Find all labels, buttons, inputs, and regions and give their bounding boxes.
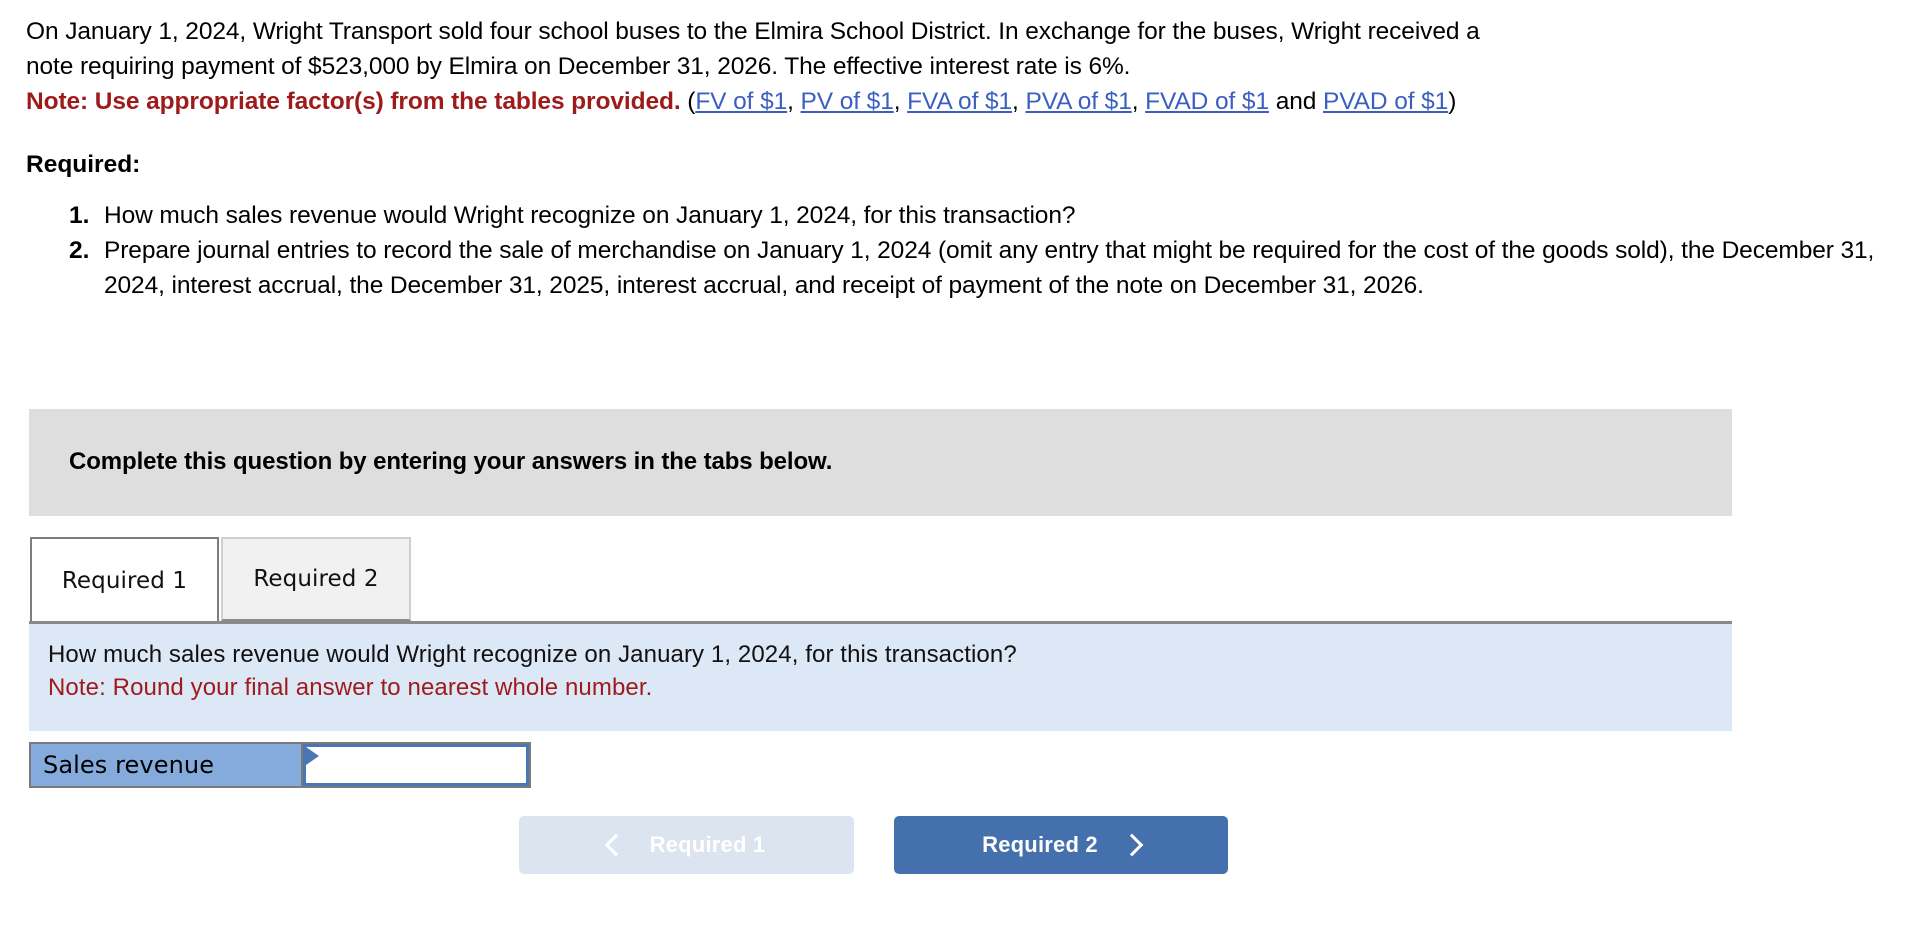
link-pv-of-1[interactable]: PV of $1 <box>801 88 894 115</box>
sales-revenue-input-wrapper[interactable] <box>303 744 529 786</box>
tab-strip: Required 1 Required 2 <box>30 537 411 623</box>
link-separator-1: , <box>787 88 801 115</box>
answer-row: Sales revenue <box>29 742 531 788</box>
instructions-banner: Complete this question by entering your … <box>29 409 1732 516</box>
link-separator-2: , <box>893 88 908 115</box>
required-item-1: How much sales revenue would Wright reco… <box>96 198 1912 233</box>
required-list: How much sales revenue would Wright reco… <box>0 198 1912 303</box>
next-button-label: Required 2 <box>982 832 1098 857</box>
question-page: On January 1, 2024, Wright Transport sol… <box>0 0 1912 926</box>
link-separator-3: , <box>1012 88 1026 115</box>
factor-note-line: Note: Use appropriate factor(s) from the… <box>26 84 1886 119</box>
chevron-left-icon <box>604 833 627 857</box>
required-item-2: Prepare journal entries to record the sa… <box>96 233 1912 303</box>
prev-button-label: Required 1 <box>649 832 766 857</box>
required-heading: Required: <box>26 151 141 178</box>
question-text: How much sales revenue would Wright reco… <box>48 641 1017 668</box>
paren-open: ( <box>680 88 696 115</box>
sales-revenue-input[interactable] <box>306 747 526 783</box>
paren-close: ) <box>1448 88 1457 115</box>
chevron-right-icon <box>1120 833 1144 857</box>
question-instruction-panel: How much sales revenue would Wright reco… <box>29 621 1732 731</box>
problem-statement: On January 1, 2024, Wright Transport sol… <box>0 0 1912 119</box>
link-and-text: and <box>1268 88 1323 115</box>
instructions-banner-text: Complete this question by entering your … <box>69 448 833 475</box>
tab-required-1-label: Required 1 <box>61 568 188 594</box>
link-pva-of-1[interactable]: PVA of $1 <box>1025 88 1131 115</box>
tab-navigation: Required 1 Required 2 <box>519 816 1228 874</box>
problem-line-2: note requiring payment of $523,000 by El… <box>26 53 1131 80</box>
link-separator-4: , <box>1131 88 1146 115</box>
sales-revenue-label: Sales revenue <box>31 744 303 786</box>
next-required-2-button[interactable]: Required 2 <box>894 816 1228 874</box>
tab-required-2-label: Required 2 <box>253 566 379 592</box>
tab-required-2[interactable]: Required 2 <box>221 537 411 621</box>
prev-required-1-button[interactable]: Required 1 <box>519 816 854 874</box>
tab-required-1[interactable]: Required 1 <box>30 537 219 623</box>
problem-line-1: On January 1, 2024, Wright Transport sol… <box>26 18 1480 45</box>
rounding-note: Note: Round your final answer to nearest… <box>48 674 653 701</box>
link-fva-of-1[interactable]: FVA of $1 <box>907 88 1012 115</box>
factor-note-label: Note: Use appropriate factor(s) from the… <box>26 88 681 115</box>
link-fvad-of-1[interactable]: FVAD of $1 <box>1145 88 1269 115</box>
link-pvad-of-1[interactable]: PVAD of $1 <box>1323 88 1448 115</box>
link-fv-of-1[interactable]: FV of $1 <box>695 88 787 115</box>
